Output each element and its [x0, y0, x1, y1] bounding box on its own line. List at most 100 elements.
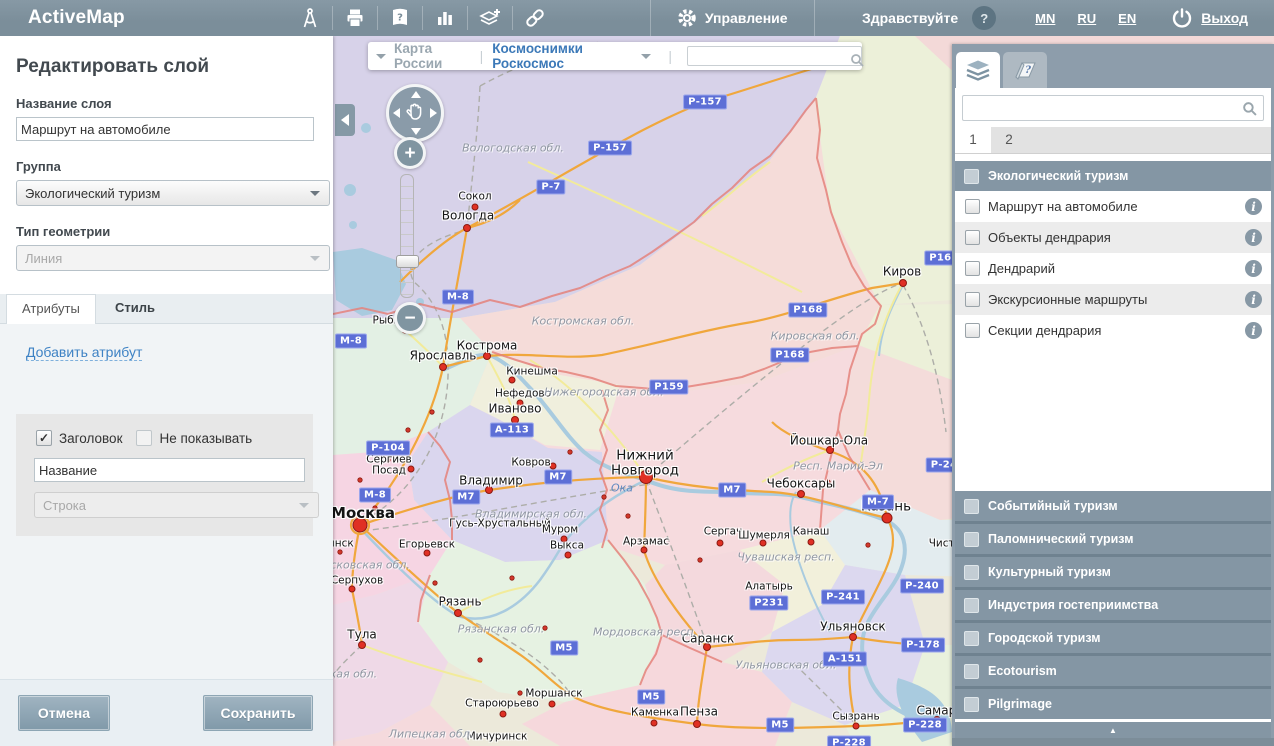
- management-button[interactable]: Управление: [650, 0, 815, 36]
- geometry-type-label: Тип геометрии: [16, 224, 333, 239]
- layer-group-header[interactable]: Ecotourism: [955, 656, 1271, 686]
- tab-layers[interactable]: [956, 52, 1000, 88]
- group-checkbox[interactable]: [964, 664, 979, 679]
- pan-down-icon[interactable]: [411, 128, 421, 135]
- group-select[interactable]: Экологический туризм: [16, 180, 330, 206]
- add-attribute-link[interactable]: Добавить атрибут: [26, 344, 142, 361]
- group-name: Ecotourism: [988, 664, 1057, 678]
- expanded-groups: Экологический туризм Маршрут на автомобил…: [955, 161, 1271, 346]
- group-checkbox[interactable]: [964, 631, 979, 646]
- pan-up-icon[interactable]: [411, 91, 421, 98]
- layer-name: Экскурсионные маршруты: [988, 292, 1245, 307]
- map-search-input[interactable]: [687, 46, 862, 66]
- tab-attributes[interactable]: Атрибуты: [6, 294, 96, 324]
- divider: [377, 6, 378, 30]
- layer-item[interactable]: Объекты дендрарияi: [955, 222, 1271, 253]
- title-checkbox[interactable]: [36, 430, 52, 446]
- group-checkbox[interactable]: [964, 169, 979, 184]
- help-book-icon[interactable]: ?: [385, 5, 415, 31]
- layer-item[interactable]: Экскурсионные маршрутыi: [955, 284, 1271, 315]
- layer-checkbox[interactable]: [965, 323, 980, 338]
- attribute-type-select: Строка: [34, 492, 319, 518]
- collapse-left-panel-button[interactable]: [335, 104, 355, 136]
- layers-search-input[interactable]: [962, 95, 1264, 121]
- layers-panel-tabs: ?: [952, 44, 1274, 88]
- layer-group-header[interactable]: Pilgrimage: [955, 689, 1271, 719]
- layer-item[interactable]: Дендрарийi: [955, 253, 1271, 284]
- zoom-slider-handle[interactable]: [396, 255, 419, 268]
- add-layer-icon[interactable]: [475, 5, 505, 31]
- layer-checkbox[interactable]: [965, 199, 980, 214]
- satellite-layer-select[interactable]: Космоснимки Роскосмос: [492, 41, 633, 71]
- stats-chart-icon[interactable]: [430, 5, 460, 31]
- geometry-type-value: Линия: [25, 251, 62, 266]
- info-icon[interactable]: i: [1245, 229, 1262, 246]
- greeting-text: Здравствуйте: [862, 10, 958, 26]
- page-title: Редактировать слой: [16, 56, 333, 78]
- lang-en[interactable]: EN: [1118, 11, 1136, 26]
- pan-left-icon[interactable]: [393, 108, 400, 118]
- layer-checkbox[interactable]: [965, 261, 980, 276]
- geometry-type-select: Линия: [16, 245, 330, 271]
- zoom-out-button[interactable]: −: [394, 302, 426, 334]
- zoom-slider[interactable]: [400, 174, 414, 298]
- layer-group-header[interactable]: Паломнический туризм: [955, 524, 1271, 554]
- layer-checkbox[interactable]: [965, 292, 980, 307]
- layer-group-header[interactable]: Городской туризм: [955, 623, 1271, 653]
- layer-group-header[interactable]: Индустрия гостеприимства: [955, 590, 1271, 620]
- pan-control[interactable]: [386, 84, 444, 142]
- layer-checkbox[interactable]: [965, 230, 980, 245]
- panel-footer: Отмена Сохранить: [0, 679, 333, 746]
- info-icon[interactable]: i: [1245, 260, 1262, 277]
- collapse-groups-button[interactable]: ▲: [955, 722, 1271, 738]
- layers-icon: [965, 59, 991, 81]
- group-checkbox[interactable]: [964, 598, 979, 613]
- layer-group-header[interactable]: Культурный туризм: [955, 557, 1271, 587]
- info-icon[interactable]: i: [1245, 198, 1262, 215]
- chevron-down-icon[interactable]: [641, 54, 651, 59]
- info-icon[interactable]: i: [1245, 322, 1262, 339]
- layer-name-label: Название слоя: [16, 96, 333, 111]
- chevron-down-icon: [299, 503, 309, 508]
- save-button[interactable]: Сохранить: [203, 695, 313, 731]
- group-checkbox[interactable]: [964, 697, 979, 712]
- layer-group-header[interactable]: Экологический туризм: [955, 161, 1271, 191]
- attribute-type-value: Строка: [43, 498, 86, 513]
- zoom-in-button[interactable]: +: [394, 137, 426, 169]
- lang-mn[interactable]: MN: [1035, 11, 1055, 26]
- collapsed-groups: Событийный туризмПаломнический туризмКул…: [955, 491, 1271, 719]
- group-checkbox[interactable]: [964, 499, 979, 514]
- group-checkbox[interactable]: [964, 565, 979, 580]
- attribute-name-input[interactable]: [34, 458, 305, 482]
- logout-link[interactable]: Выход: [1201, 10, 1248, 26]
- group-label: Группа: [16, 159, 333, 174]
- page-1[interactable]: 1: [955, 127, 991, 153]
- search-icon: [1242, 101, 1257, 119]
- group-name: Pilgrimage: [988, 697, 1052, 711]
- group-name: Экологический туризм: [988, 169, 1128, 183]
- pan-right-icon[interactable]: [430, 108, 437, 118]
- layer-group-header[interactable]: Событийный туризм: [955, 491, 1271, 521]
- help-button[interactable]: ?: [972, 6, 996, 30]
- lang-ru[interactable]: RU: [1077, 11, 1096, 26]
- layer-item[interactable]: Секции дендрарияi: [955, 315, 1271, 346]
- page-2[interactable]: 2: [991, 127, 1027, 153]
- group-name: Индустрия гостеприимства: [988, 598, 1158, 612]
- chevron-down-icon[interactable]: [376, 54, 386, 59]
- divider: [422, 6, 423, 30]
- layer-list: Маршрут на автомобилеiОбъекты дендрарияi…: [955, 191, 1271, 346]
- power-icon: [1171, 7, 1193, 29]
- tab-legend[interactable]: ?: [1003, 52, 1047, 88]
- layer-name-input[interactable]: [16, 117, 314, 141]
- chevron-down-icon: [310, 256, 320, 261]
- group-checkbox[interactable]: [964, 532, 979, 547]
- share-link-icon[interactable]: [520, 5, 550, 31]
- cancel-button[interactable]: Отмена: [18, 695, 110, 731]
- info-icon[interactable]: i: [1245, 291, 1262, 308]
- measure-icon[interactable]: [295, 5, 325, 31]
- print-icon[interactable]: [340, 5, 370, 31]
- tab-style[interactable]: Стиль: [100, 294, 170, 322]
- hide-checkbox[interactable]: [136, 430, 152, 446]
- layer-item[interactable]: Маршрут на автомобилеi: [955, 191, 1271, 222]
- base-map-select[interactable]: Карта России: [394, 41, 471, 71]
